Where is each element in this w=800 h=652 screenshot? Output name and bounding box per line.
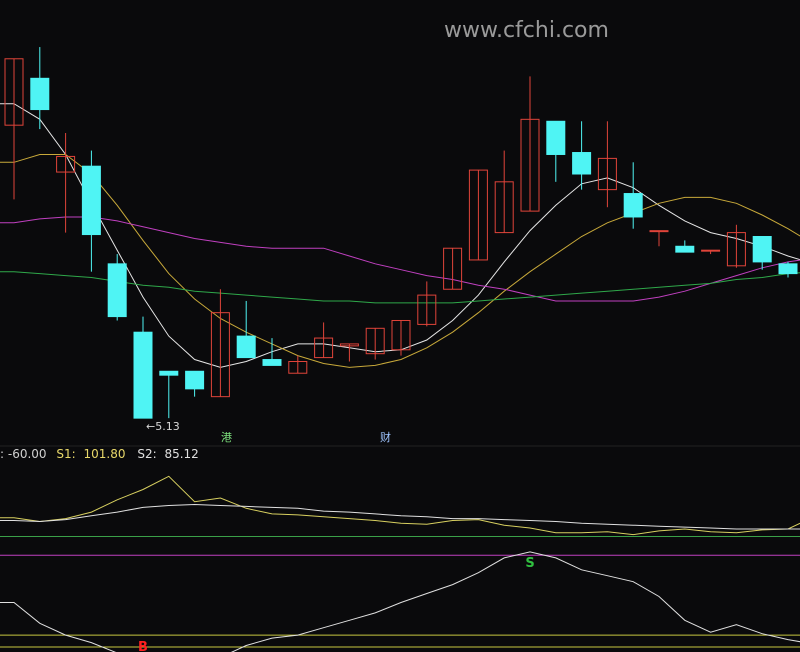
indicator-status-bar: : -60.00 S1: 101.80 S2: 85.12 bbox=[0, 447, 199, 463]
candle-down bbox=[752, 236, 772, 263]
candle-down bbox=[262, 359, 282, 366]
low-price-label: ←5.13 bbox=[146, 420, 180, 433]
candle-down bbox=[107, 263, 127, 318]
candle-down bbox=[185, 370, 205, 390]
s1-label: S1: bbox=[56, 447, 76, 461]
candle-down bbox=[159, 370, 179, 376]
watermark: www.cfchi.com bbox=[444, 18, 609, 43]
stock-chart: BS bbox=[0, 47, 800, 652]
s2-label: S2: bbox=[137, 447, 157, 461]
oscillator-line bbox=[0, 551, 800, 652]
candle-up bbox=[701, 249, 721, 252]
ma-line-1 bbox=[0, 103, 800, 368]
s1-value: 101.80 bbox=[83, 447, 126, 461]
candle-up bbox=[649, 230, 669, 233]
candle-down bbox=[236, 335, 256, 359]
candle-down bbox=[30, 77, 50, 111]
candle-down bbox=[778, 263, 798, 275]
candle-down bbox=[623, 193, 643, 218]
sell-signal: S bbox=[525, 556, 534, 571]
series-s2 bbox=[0, 503, 800, 530]
candle-down bbox=[133, 331, 153, 419]
buy-signal: B bbox=[138, 640, 148, 652]
candle-down bbox=[546, 120, 566, 155]
s2-value: 85.12 bbox=[164, 447, 199, 461]
candle-down bbox=[675, 245, 695, 253]
candle-down bbox=[572, 152, 592, 175]
candle-down bbox=[81, 165, 101, 236]
badge-gang: 港 bbox=[221, 431, 232, 444]
series-s1 bbox=[0, 475, 800, 536]
badge-cai: 财 bbox=[380, 431, 391, 444]
ma-line-2 bbox=[0, 154, 800, 368]
left-indicator-value: : -60.00 bbox=[0, 447, 47, 461]
